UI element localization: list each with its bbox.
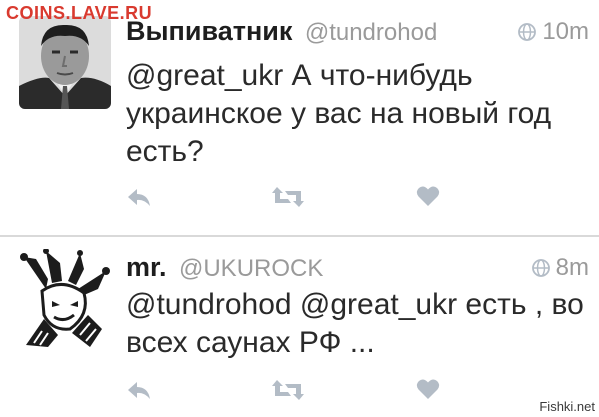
tweet-header: mr. @UKUROCK <box>126 252 323 283</box>
retweet-icon[interactable] <box>271 379 305 401</box>
user-handle[interactable]: @tundrohod <box>305 19 437 46</box>
retweet-icon[interactable] <box>271 186 305 208</box>
tweet-timestamp: 10m <box>518 18 589 46</box>
like-icon[interactable] <box>416 377 440 401</box>
reply-icon[interactable] <box>126 379 152 401</box>
like-icon[interactable] <box>416 184 440 208</box>
globe-icon <box>518 23 537 41</box>
user-handle[interactable]: @UKUROCK <box>179 255 323 282</box>
tweet-text: @tundrohod @great_ukr есть , во всех сау… <box>126 288 584 359</box>
tweet-header: Выпиватник @tundrohod <box>126 16 437 47</box>
time-label: 8m <box>555 254 589 281</box>
display-name[interactable]: mr. <box>126 252 167 282</box>
watermark-top: COINS.LAVE.RU <box>6 3 153 23</box>
tweet-timestamp: 8m <box>531 254 589 282</box>
globe-icon <box>531 259 550 277</box>
reply-icon[interactable] <box>126 186 152 208</box>
tweet-1[interactable]: Выпиватник @tundrohod 10m @great_ukr А ч… <box>0 0 599 236</box>
user-avatar[interactable] <box>18 249 110 349</box>
user-avatar[interactable] <box>19 16 111 109</box>
time-label: 10m <box>542 18 589 45</box>
watermark-bottom: Fishki.net <box>539 399 595 414</box>
tweet-text: @great_ukr А что-нибудь украинское у вас… <box>126 59 552 168</box>
